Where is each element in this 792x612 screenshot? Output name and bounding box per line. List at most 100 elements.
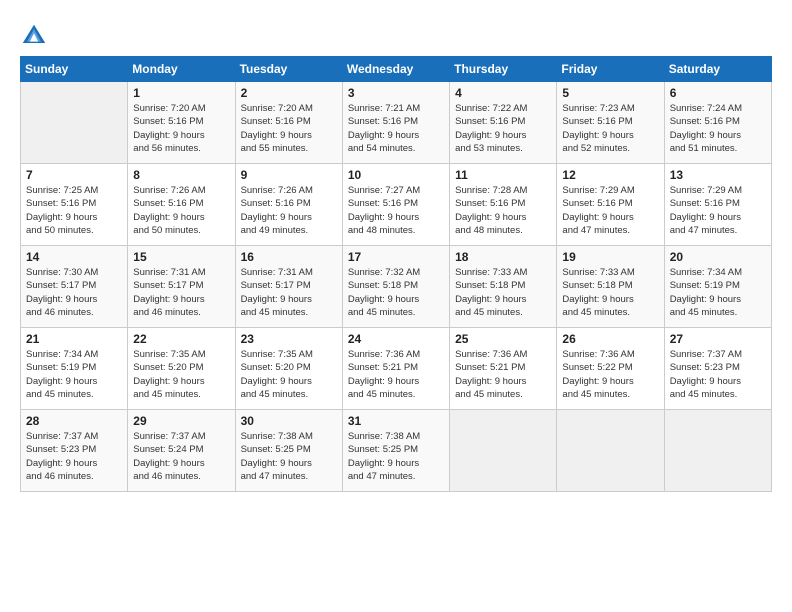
- calendar-cell: 14Sunrise: 7:30 AMSunset: 5:17 PMDayligh…: [21, 246, 128, 328]
- logo: [20, 22, 52, 50]
- calendar-cell: 29 Sunrise: 7:37 AMSunset: 5:24 PMDayligh…: [128, 410, 235, 492]
- calendar-week-5: 28 Sunrise: 7:37 AMSunset: 5:23 PMDayligh…: [21, 410, 772, 492]
- day-number: 1: [133, 86, 229, 100]
- day-number: 22: [133, 332, 229, 346]
- day-info: Sunrise: 7:29 AMSunset: 5:16 PMDaylight:…: [670, 184, 766, 237]
- day-info: Sunrise: 7:24 AMSunset: 5:16 PMDaylight:…: [670, 102, 766, 155]
- day-info: Sunrise: 7:30 AMSunset: 5:17 PMDaylight:…: [26, 266, 122, 319]
- day-info: Sunrise: 7:27 AMSunset: 5:16 PMDaylight:…: [348, 184, 444, 237]
- calendar-cell: 20Sunrise: 7:34 AMSunset: 5:19 PMDayligh…: [664, 246, 771, 328]
- day-info: Sunrise: 7:22 AMSunset: 5:16 PMDaylight:…: [455, 102, 551, 155]
- calendar-cell: 1Sunrise: 7:20 AMSunset: 5:16 PMDaylight…: [128, 82, 235, 164]
- day-number: 2: [241, 86, 337, 100]
- calendar-week-4: 21 Sunrise: 7:34 AMSunset: 5:19 PMDayligh…: [21, 328, 772, 410]
- calendar-cell: [664, 410, 771, 492]
- day-number: 16: [241, 250, 337, 264]
- calendar-week-2: 7Sunrise: 7:25 AMSunset: 5:16 PMDaylight…: [21, 164, 772, 246]
- calendar-cell: 22 Sunrise: 7:35 AMSunset: 5:20 PMDayligh…: [128, 328, 235, 410]
- calendar-cell: 8 Sunrise: 7:26 AMSunset: 5:16 PMDaylight…: [128, 164, 235, 246]
- calendar-cell: 17 Sunrise: 7:32 AMSunset: 5:18 PMDayligh…: [342, 246, 449, 328]
- day-number: 28: [26, 414, 122, 428]
- calendar-cell: 30 Sunrise: 7:38 AMSunset: 5:25 PMDayligh…: [235, 410, 342, 492]
- day-info: Sunrise: 7:33 AMSunset: 5:18 PMDaylight:…: [455, 266, 551, 319]
- day-info: Sunrise: 7:36 AMSunset: 5:22 PMDaylight:…: [562, 348, 658, 401]
- calendar-cell: 25 Sunrise: 7:36 AMSunset: 5:21 PMDayligh…: [450, 328, 557, 410]
- calendar-table: SundayMondayTuesdayWednesdayThursdayFrid…: [20, 56, 772, 492]
- header: [20, 18, 772, 50]
- day-number: 24: [348, 332, 444, 346]
- calendar-cell: 21 Sunrise: 7:34 AMSunset: 5:19 PMDayligh…: [21, 328, 128, 410]
- day-info: Sunrise: 7:31 AMSunset: 5:17 PMDaylight:…: [241, 266, 337, 319]
- day-number: 12: [562, 168, 658, 182]
- day-number: 29: [133, 414, 229, 428]
- calendar-cell: 16 Sunrise: 7:31 AMSunset: 5:17 PMDayligh…: [235, 246, 342, 328]
- day-info: Sunrise: 7:37 AMSunset: 5:24 PMDaylight:…: [133, 430, 229, 483]
- calendar-cell: 26 Sunrise: 7:36 AMSunset: 5:22 PMDayligh…: [557, 328, 664, 410]
- calendar-cell: 15 Sunrise: 7:31 AMSunset: 5:17 PMDayligh…: [128, 246, 235, 328]
- day-number: 8: [133, 168, 229, 182]
- day-info: Sunrise: 7:21 AMSunset: 5:16 PMDaylight:…: [348, 102, 444, 155]
- calendar-cell: 18 Sunrise: 7:33 AMSunset: 5:18 PMDayligh…: [450, 246, 557, 328]
- calendar-cell: [450, 410, 557, 492]
- day-number: 21: [26, 332, 122, 346]
- column-header-sunday: Sunday: [21, 57, 128, 82]
- day-number: 19: [562, 250, 658, 264]
- calendar-cell: 3 Sunrise: 7:21 AMSunset: 5:16 PMDaylight…: [342, 82, 449, 164]
- calendar-week-1: 1 Sunrise: 7:20 AMSunset: 5:16 PMDaylight…: [21, 82, 772, 164]
- day-info: Sunrise: 7:33 AMSunset: 5:18 PMDaylight:…: [562, 266, 658, 319]
- calendar-cell: 4Sunrise: 7:22 AMSunset: 5:16 PMDaylight…: [450, 82, 557, 164]
- day-info: Sunrise: 7:37 AMSunset: 5:23 PMDaylight:…: [670, 348, 766, 401]
- day-info: Sunrise: 7:26 AMSunset: 5:16 PMDaylight:…: [133, 184, 229, 237]
- calendar-cell: 23 Sunrise: 7:35 AMSunset: 5:20 PMDayligh…: [235, 328, 342, 410]
- calendar-cell: 9Sunrise: 7:26 AMSunset: 5:16 PMDaylight…: [235, 164, 342, 246]
- day-info: Sunrise: 7:28 AMSunset: 5:16 PMDaylight:…: [455, 184, 551, 237]
- day-number: 15: [133, 250, 229, 264]
- day-number: 27: [670, 332, 766, 346]
- day-info: Sunrise: 7:31 AMSunset: 5:17 PMDaylight:…: [133, 266, 229, 319]
- day-info: Sunrise: 7:35 AMSunset: 5:20 PMDaylight:…: [241, 348, 337, 401]
- day-info: Sunrise: 7:36 AMSunset: 5:21 PMDaylight:…: [455, 348, 551, 401]
- calendar-cell: 31 Sunrise: 7:38 AMSunset: 5:25 PMDayligh…: [342, 410, 449, 492]
- day-info: Sunrise: 7:23 AMSunset: 5:16 PMDaylight:…: [562, 102, 658, 155]
- day-info: Sunrise: 7:20 AMSunset: 5:16 PMDaylight:…: [241, 102, 337, 155]
- day-number: 23: [241, 332, 337, 346]
- calendar-cell: 28 Sunrise: 7:37 AMSunset: 5:23 PMDayligh…: [21, 410, 128, 492]
- day-number: 3: [348, 86, 444, 100]
- column-header-saturday: Saturday: [664, 57, 771, 82]
- day-number: 10: [348, 168, 444, 182]
- logo-icon: [20, 22, 48, 50]
- calendar-cell: 27 Sunrise: 7:37 AMSunset: 5:23 PMDayligh…: [664, 328, 771, 410]
- day-number: 11: [455, 168, 551, 182]
- day-number: 17: [348, 250, 444, 264]
- day-number: 25: [455, 332, 551, 346]
- day-info: Sunrise: 7:32 AMSunset: 5:18 PMDaylight:…: [348, 266, 444, 319]
- column-header-monday: Monday: [128, 57, 235, 82]
- day-number: 26: [562, 332, 658, 346]
- day-info: Sunrise: 7:36 AMSunset: 5:21 PMDaylight:…: [348, 348, 444, 401]
- column-header-friday: Friday: [557, 57, 664, 82]
- calendar-week-3: 14Sunrise: 7:30 AMSunset: 5:17 PMDayligh…: [21, 246, 772, 328]
- column-header-wednesday: Wednesday: [342, 57, 449, 82]
- day-info: Sunrise: 7:29 AMSunset: 5:16 PMDaylight:…: [562, 184, 658, 237]
- day-number: 31: [348, 414, 444, 428]
- calendar-cell: 5Sunrise: 7:23 AMSunset: 5:16 PMDaylight…: [557, 82, 664, 164]
- day-info: Sunrise: 7:38 AMSunset: 5:25 PMDaylight:…: [241, 430, 337, 483]
- day-number: 20: [670, 250, 766, 264]
- calendar-cell: 2 Sunrise: 7:20 AMSunset: 5:16 PMDaylight…: [235, 82, 342, 164]
- day-info: Sunrise: 7:38 AMSunset: 5:25 PMDaylight:…: [348, 430, 444, 483]
- day-info: Sunrise: 7:37 AMSunset: 5:23 PMDaylight:…: [26, 430, 122, 483]
- day-number: 30: [241, 414, 337, 428]
- calendar-cell: [21, 82, 128, 164]
- day-number: 6: [670, 86, 766, 100]
- page: SundayMondayTuesdayWednesdayThursdayFrid…: [0, 0, 792, 612]
- day-info: Sunrise: 7:35 AMSunset: 5:20 PMDaylight:…: [133, 348, 229, 401]
- day-info: Sunrise: 7:25 AMSunset: 5:16 PMDaylight:…: [26, 184, 122, 237]
- calendar-cell: 6 Sunrise: 7:24 AMSunset: 5:16 PMDaylight…: [664, 82, 771, 164]
- calendar-cell: 19 Sunrise: 7:33 AMSunset: 5:18 PMDayligh…: [557, 246, 664, 328]
- column-header-thursday: Thursday: [450, 57, 557, 82]
- calendar-cell: 7Sunrise: 7:25 AMSunset: 5:16 PMDaylight…: [21, 164, 128, 246]
- day-number: 18: [455, 250, 551, 264]
- column-header-tuesday: Tuesday: [235, 57, 342, 82]
- calendar-cell: 12 Sunrise: 7:29 AMSunset: 5:16 PMDayligh…: [557, 164, 664, 246]
- day-info: Sunrise: 7:34 AMSunset: 5:19 PMDaylight:…: [26, 348, 122, 401]
